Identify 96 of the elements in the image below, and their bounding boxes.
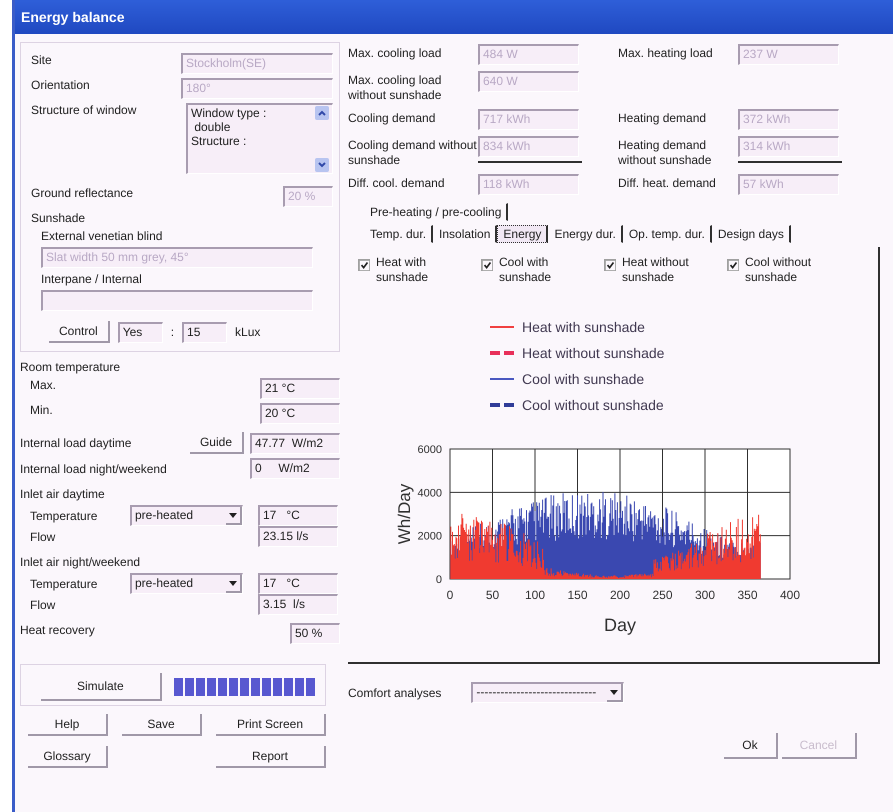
- tick-label: 6000: [418, 444, 442, 456]
- field-label: External venetian blind: [41, 229, 164, 243]
- window-title: Energy balance: [21, 9, 124, 25]
- dialog-button[interactable]: Save: [122, 714, 202, 736]
- checkbox-label: Cool without sunshade: [745, 255, 812, 285]
- caret-icon: [610, 690, 618, 694]
- legend-label: Cool without sunshade: [522, 397, 664, 413]
- tick-label: 250: [652, 588, 673, 602]
- simulate-button[interactable]: Simulate: [41, 673, 162, 701]
- tick-label: 150: [567, 588, 588, 602]
- tab[interactable]: Op. temp. dur.: [622, 225, 712, 243]
- result-label: Max. cooling load: [348, 45, 442, 61]
- checkbox-label: Heat with sunshade: [376, 255, 430, 285]
- checkbox[interactable]: [727, 259, 739, 271]
- result-label: Diff. heat. demand: [618, 175, 717, 191]
- legend-label: Heat without sunshade: [522, 345, 664, 361]
- dropdown[interactable]: ------------------------------: [471, 682, 624, 703]
- field-label: Flow: [30, 598, 56, 612]
- caret-icon: [229, 580, 237, 586]
- text-field[interactable]: 23.15 l/s: [258, 526, 338, 547]
- text-field[interactable]: Yes: [118, 322, 163, 342]
- result-label: Cooling demand without sunshade: [348, 137, 478, 168]
- tick-label: 0: [446, 588, 454, 602]
- tick-label: 200: [610, 588, 630, 602]
- text-field[interactable]: 20 °C: [260, 403, 340, 424]
- scroll-down-icon[interactable]: [315, 158, 329, 172]
- text-field[interactable]: 0 W/m2: [250, 458, 340, 479]
- field-label: Internal load daytime: [20, 436, 132, 450]
- result-label: Max. cooling load without sunshade: [348, 72, 442, 103]
- field-label: Room temperature: [20, 360, 122, 374]
- tab[interactable]: Design days: [712, 225, 791, 243]
- field-label: Comfort analyses: [348, 686, 442, 700]
- field-label: Max.: [30, 378, 56, 392]
- list-text: Window type : double Structure :: [191, 106, 266, 150]
- dialog-button[interactable]: Ok: [724, 733, 778, 759]
- tab[interactable]: Energy: [497, 225, 548, 243]
- tick-label: 350: [737, 588, 758, 602]
- result-label: Max. heating load: [618, 45, 714, 61]
- tick-label: 300: [694, 588, 716, 602]
- checkbox[interactable]: [358, 259, 370, 271]
- legend-label: Heat with sunshade: [522, 319, 645, 335]
- dialog-button[interactable]: Print Screen: [216, 714, 326, 736]
- tick-label: 100: [524, 588, 546, 602]
- dropdown[interactable]: pre-heated: [130, 505, 243, 526]
- tick-label: 400: [780, 588, 800, 602]
- text-field[interactable]: 17 °C: [258, 573, 338, 594]
- checkbox-label: Cool with sunshade: [499, 255, 552, 285]
- text-field[interactable]: 50 %: [290, 623, 340, 644]
- dialog-button[interactable]: Help: [28, 714, 108, 736]
- checkbox[interactable]: [481, 259, 493, 271]
- tick-label: 4000: [418, 487, 442, 500]
- field-label: Temperature: [30, 508, 98, 522]
- field-label: Site: [31, 53, 52, 67]
- field-label: Min.: [30, 403, 53, 417]
- text-field[interactable]: 47.77 W/m2: [250, 432, 340, 454]
- dropdown[interactable]: pre-heated: [130, 573, 243, 594]
- scroll-up-icon[interactable]: [315, 106, 329, 120]
- field-label: Inlet air daytime: [20, 487, 106, 501]
- field-label: Structure of window: [31, 103, 136, 117]
- control-button[interactable]: Control: [49, 321, 110, 343]
- text-field[interactable]: 21 °C: [260, 378, 340, 399]
- legend-label: Cool with sunshade: [522, 371, 644, 387]
- checkbox[interactable]: [604, 259, 616, 271]
- text-field[interactable]: [41, 290, 313, 311]
- result-label: Diff. cool. demand: [348, 175, 446, 191]
- dialog-button[interactable]: Report: [216, 746, 326, 768]
- text-field[interactable]: 3.15 l/s: [258, 594, 338, 615]
- checkbox-label: Heat without sunshade: [622, 255, 690, 285]
- field-label: Inlet air night/weekend: [20, 555, 142, 569]
- dialog-button[interactable]: Glossary: [28, 746, 108, 768]
- separator-text: :: [170, 325, 174, 339]
- tab[interactable]: Energy dur.: [548, 225, 623, 243]
- unit-label: kLux: [235, 325, 260, 339]
- field-label: Ground reflectance: [31, 186, 134, 200]
- field-label: Internal load night/weekend: [20, 462, 167, 476]
- tab[interactable]: Pre-heating / pre-cooling: [364, 203, 508, 221]
- guide-button[interactable]: Guide: [190, 432, 244, 454]
- field-label: Temperature: [30, 576, 98, 590]
- field-label: Interpane / Internal: [41, 272, 143, 286]
- caret-icon: [229, 512, 237, 518]
- tab[interactable]: Temp. dur.: [364, 225, 434, 243]
- text-field[interactable]: 15: [182, 322, 228, 342]
- axis-title: Wh/Day: [395, 484, 414, 544]
- axis-title: Day: [604, 615, 636, 635]
- result-label: Cooling demand: [348, 110, 436, 126]
- tick-label: 50: [486, 588, 500, 602]
- tick-label: 2000: [418, 530, 442, 543]
- field-label: Sunshade: [31, 211, 86, 225]
- field-label: Heat recovery: [20, 623, 95, 637]
- list-box[interactable]: Window type : double Structure :: [186, 103, 333, 174]
- tick-label: 0: [436, 574, 442, 586]
- text-field[interactable]: 17 °C: [258, 505, 338, 526]
- result-label: Heating demand without sunshade: [618, 137, 712, 168]
- field-label: Flow: [30, 530, 56, 544]
- result-label: Heating demand: [618, 110, 708, 126]
- field-label: Orientation: [31, 78, 90, 92]
